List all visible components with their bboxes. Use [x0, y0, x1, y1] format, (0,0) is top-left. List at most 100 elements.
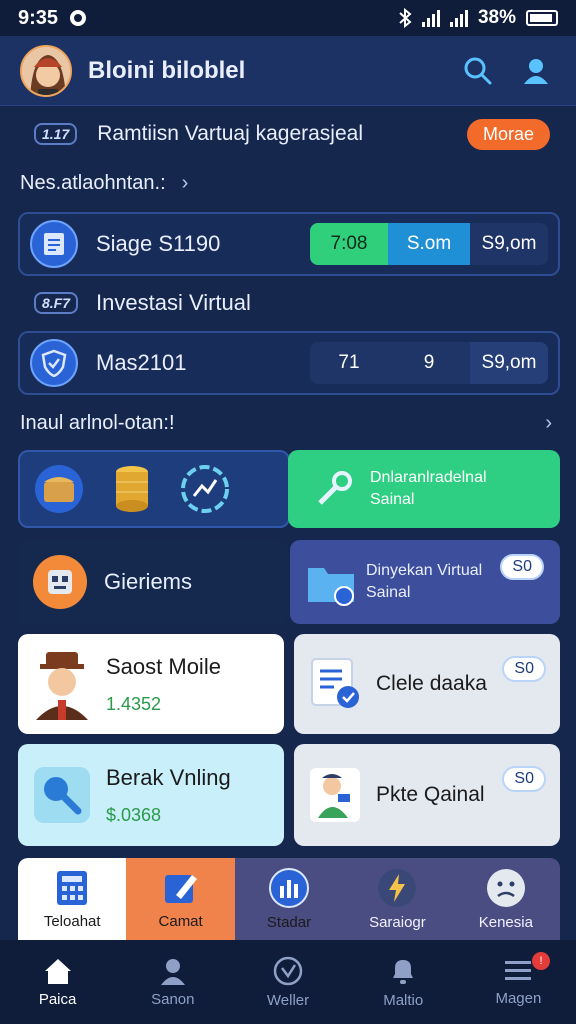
asset-row-2-values: 71 9 S9,om [310, 342, 548, 384]
asset-row-2-label: Mas2101 [96, 350, 187, 375]
section-title-1[interactable]: Nes.atlaohntan.: › [20, 172, 556, 195]
lightning-icon [378, 868, 417, 907]
status-time: 9:35 [18, 6, 59, 29]
asset-row-1[interactable]: Siage S1190 7:08 S.om S9,om [18, 212, 560, 276]
virtual-tile-pill[interactable]: S0 [500, 554, 544, 580]
value-cell: S9,om [470, 223, 548, 265]
chevron-right-icon: › [181, 172, 189, 194]
virtual-tile-line1: Dinyekan Virtual [366, 562, 483, 579]
calculator-icon [57, 870, 88, 905]
gems-tile-label: Gieriems [104, 569, 193, 594]
tab-sanon[interactable]: Sanon [115, 957, 230, 1008]
chart-badge-icon [181, 465, 229, 513]
clele-tile[interactable]: Clele daaka S0 [294, 634, 560, 734]
subsection-badge: 8.F7 [34, 292, 79, 314]
app-title: Bloini biloblel [88, 56, 246, 84]
coins-icon [116, 466, 148, 512]
value-cell: 71 [310, 342, 388, 384]
berak-tile-value: $.0368 [106, 804, 162, 825]
dock-item-stadar[interactable]: Stadar [234, 858, 344, 940]
dock-label: Kenesia [478, 913, 533, 931]
status-bar: 9:35 38% [0, 0, 576, 36]
asset-row-2[interactable]: Mas2101 71 9 S9,om [18, 331, 560, 395]
treasure-chest-icon [35, 465, 83, 513]
edit-icon [164, 874, 197, 903]
tab-label: Weller [266, 991, 310, 1009]
pkte-tile-title: Pkte Qainal [376, 783, 485, 806]
subsection-title: 8.F7 Investasi Virtual [34, 290, 554, 316]
tab-menu[interactable]: ! Magen [461, 951, 576, 1007]
magnifier-icon [34, 767, 90, 823]
wifi-signal-icon [449, 9, 468, 27]
green-tile-line2: Sainal [370, 491, 415, 508]
dock-label: Teloahat [43, 912, 101, 930]
bar-chart-icon [269, 867, 310, 908]
assets-icons-tile[interactable] [18, 450, 290, 528]
tab-label: Magen [495, 989, 542, 1007]
bottom-tab-bar: Paica Sanon Weller Maltio ! Magen [0, 940, 576, 1024]
user-icon [160, 958, 185, 985]
folder-icon [308, 568, 354, 606]
virtual-tile-line2: Sainal [366, 584, 411, 601]
battery-percent: 38% [477, 7, 516, 28]
face-icon [486, 868, 525, 907]
value-cell: S9,om [470, 342, 548, 384]
virtual-tile[interactable]: Dinyekan Virtual Sainal S0 [290, 540, 560, 624]
bell-icon [393, 959, 414, 984]
subsection-label: Investasi Virtual [96, 290, 251, 315]
clele-tile-pill[interactable]: S0 [502, 656, 546, 682]
notification-icon [70, 10, 87, 26]
announcement-row: 1.17 Ramtiisn Vartuaj kagerasjeal Morae [0, 112, 576, 156]
section-title-2[interactable]: Inaul arlnol-otan:! › [20, 412, 556, 435]
dock-item-teloahat[interactable]: Teloahat [18, 858, 127, 940]
dock-label: Camat [158, 912, 203, 930]
tab-home[interactable]: Paica [0, 957, 115, 1008]
dock-item-kenesia[interactable]: Kenesia [451, 858, 560, 940]
document-icon [30, 220, 78, 268]
pkte-tile-pill[interactable]: S0 [502, 766, 546, 792]
saost-tile[interactable]: Saost Moile 1.4352 [18, 634, 284, 734]
announcement-badge: 1.17 [34, 123, 78, 145]
value-cell: S.om [388, 223, 470, 265]
tab-label: Sanon [151, 990, 195, 1008]
quick-actions-dock: Teloahat Camat Stadar Saraiogr Kenesia [18, 858, 560, 940]
profile-icon[interactable] [516, 51, 556, 91]
tab-label: Paica [38, 990, 77, 1008]
green-tile-line1: Dnlaranlradelnal [370, 469, 487, 486]
dock-item-camat[interactable]: Camat [126, 858, 235, 940]
value-cell: 9 [388, 342, 470, 384]
tab-maltio[interactable]: Maltio [346, 956, 461, 1009]
home-icon [44, 958, 71, 984]
avatar[interactable] [20, 44, 72, 97]
pkte-tile[interactable]: Pkte Qainal S0 [294, 744, 560, 846]
berak-tile-title: Berak Vnling [106, 764, 231, 790]
tab-label: Maltio [383, 991, 424, 1009]
app-header: Bloini biloblel [0, 36, 576, 106]
berak-tile[interactable]: Berak Vnling $.0368 [18, 744, 284, 846]
dock-label: Stadar [266, 913, 312, 931]
battery-icon [526, 10, 558, 26]
asset-row-1-values: 7:08 S.om S9,om [310, 223, 548, 265]
person-icon [310, 768, 360, 822]
dock-item-saraiogr[interactable]: Saraiogr [343, 858, 452, 940]
search-icon[interactable] [458, 51, 498, 91]
dock-label: Saraiogr [369, 913, 426, 931]
robot-icon [33, 555, 87, 609]
more-button[interactable]: Morae [466, 118, 550, 150]
section-title-1-label: Nes.atlaohntan.: [20, 172, 166, 194]
key-icon [318, 471, 352, 505]
section-title-2-label: Inaul arlnol-otan:! [20, 412, 175, 434]
asset-row-1-label: Siage S1190 [96, 231, 221, 256]
value-cell: 7:08 [310, 223, 388, 265]
chevron-right-icon: › [545, 412, 552, 434]
document-check-icon [311, 658, 359, 708]
shield-icon [30, 339, 78, 387]
gems-tile[interactable]: Gieriems [18, 540, 288, 624]
notification-badge-icon: ! [532, 951, 551, 970]
saost-tile-title: Saost Moile [106, 653, 221, 679]
bluetooth-icon [399, 8, 412, 28]
tab-weller[interactable]: Weller [230, 956, 345, 1009]
user-avatar-icon [36, 652, 88, 720]
green-info-tile[interactable]: Dnlaranlradelnal Sainal [288, 450, 560, 528]
clele-tile-title: Clele daaka [376, 672, 487, 695]
